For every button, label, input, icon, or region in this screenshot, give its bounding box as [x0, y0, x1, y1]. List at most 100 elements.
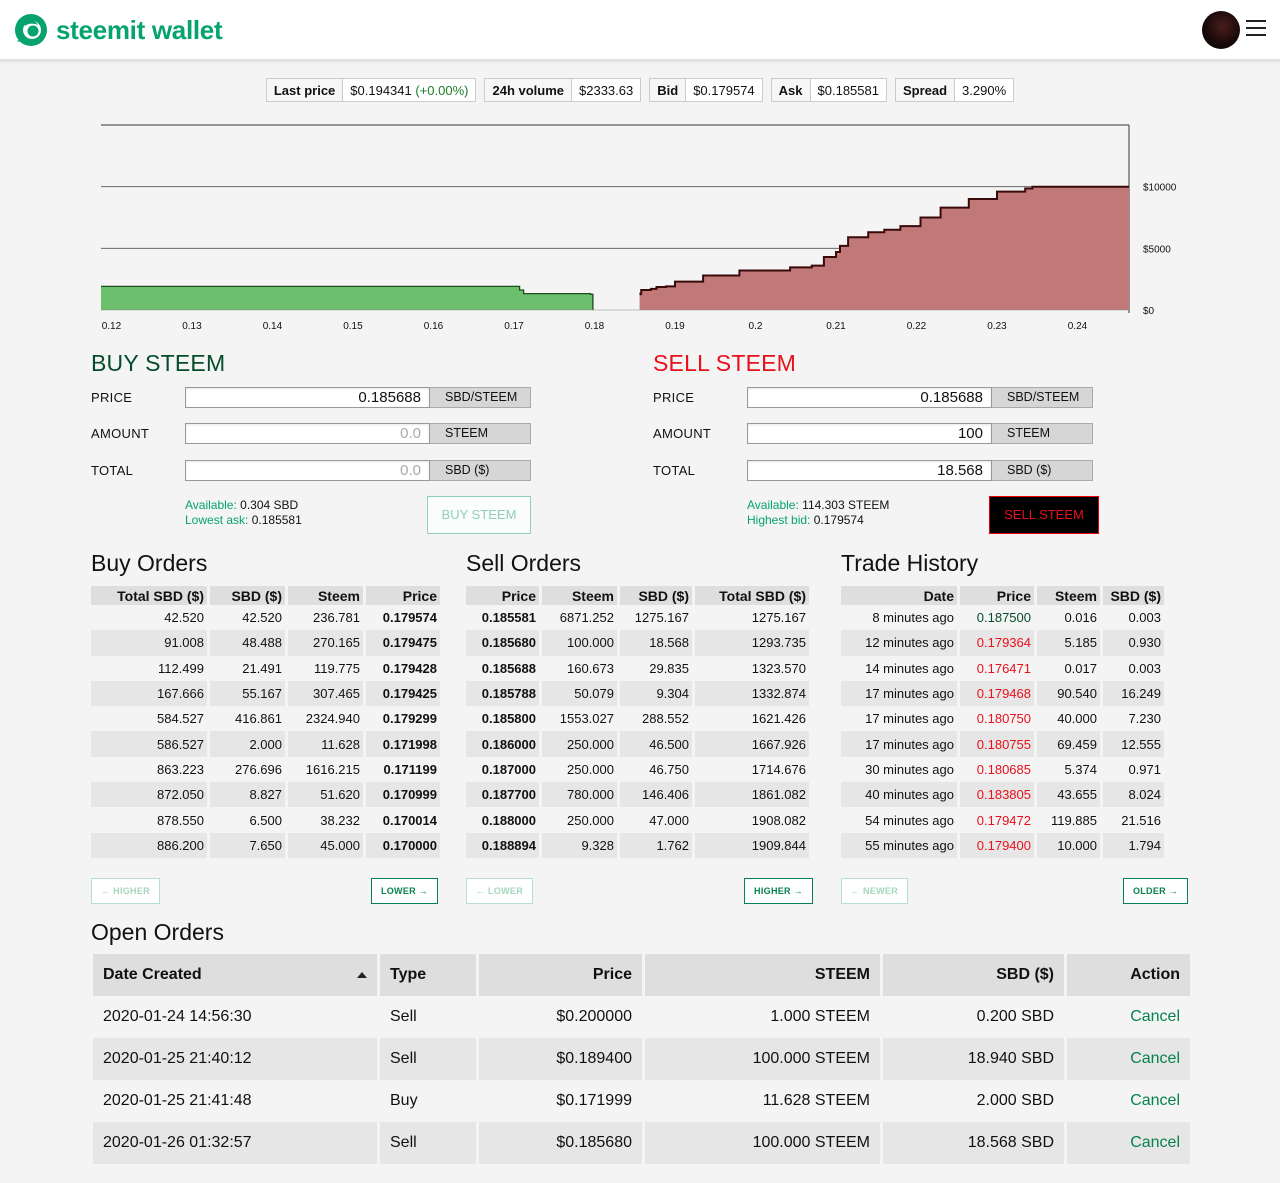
- ticker-24h-volume: 24h volume $2333.63: [484, 78, 642, 102]
- table-cell: 9.328: [542, 832, 617, 858]
- table-row[interactable]: 91.008 48.488 270.165 0.179475: [91, 630, 440, 656]
- table-row[interactable]: 0.188894 9.328 1.762 1909.844: [466, 832, 809, 858]
- table-cell: 0.188000: [481, 812, 536, 828]
- table-row[interactable]: 112.499 21.491 119.775 0.179428: [91, 656, 440, 681]
- col-date-created[interactable]: Date Created: [93, 954, 377, 996]
- table-row[interactable]: 17 minutes ago 0.180750 40.000 7.230: [841, 706, 1164, 731]
- table-row[interactable]: 0.185788 50.079 9.304 1332.874: [466, 680, 809, 707]
- market-depth-chart[interactable]: 0.12 0.13 0.14 0.15 0.16 0.17 0.18 0.19 0.2 0.21 0…: [0, 115, 1280, 340]
- table-row[interactable]: 863.223 276.696 1616.215 0.171199: [91, 757, 440, 782]
- table-cell: 0.003: [1128, 660, 1161, 676]
- sell-orders-title: Sell Orders: [466, 550, 582, 576]
- brand-name: steemit wallet: [56, 14, 223, 45]
- table-cell: 14 minutes ago: [865, 660, 954, 676]
- highest-bid-value[interactable]: 0.179574: [814, 513, 864, 527]
- sort-ascending-icon: [357, 972, 367, 978]
- lowest-ask-value[interactable]: 0.185581: [252, 513, 302, 527]
- ticker-bid: Bid $0.179574: [649, 78, 763, 102]
- table-cell: 10.000: [1037, 832, 1100, 858]
- buy-amount-input[interactable]: 0.0: [185, 423, 430, 444]
- user-avatar[interactable]: [1202, 11, 1240, 49]
- table-row[interactable]: 12 minutes ago 0.179364 5.185 0.930: [841, 630, 1164, 656]
- table-row[interactable]: 30 minutes ago 0.180685 5.374 0.971: [841, 757, 1164, 782]
- table-row[interactable]: 167.666 55.167 307.465 0.179425: [91, 680, 440, 707]
- table-row[interactable]: 40 minutes ago 0.183805 43.655 8.024: [841, 782, 1164, 808]
- table-row[interactable]: 872.050 8.827 51.620 0.170999: [91, 782, 440, 808]
- table-cell: 100.000 STEEM: [645, 1122, 880, 1164]
- table-cell: 0.179425: [366, 680, 440, 707]
- table-row[interactable]: 878.550 6.500 38.232 0.170014: [91, 807, 440, 832]
- table-cell: 584.527: [157, 711, 204, 727]
- table-row[interactable]: 0.185688 160.673 29.835 1323.570: [466, 656, 809, 681]
- table-cell: 160.673: [567, 660, 614, 676]
- trade-history-section: Trade History Date Price Steem SBD ($) 8…: [841, 550, 1167, 858]
- table-cell: 119.775: [313, 660, 360, 676]
- table-cell: 54 minutes ago: [865, 812, 954, 828]
- table-cell: 8.827: [210, 782, 285, 808]
- steemit-logo-icon: [15, 14, 47, 46]
- table-cell: Sell: [380, 1122, 476, 1164]
- sell-orders-lower-button[interactable]: ← LOWER: [466, 878, 533, 904]
- cancel-order-link[interactable]: Cancel: [1067, 1038, 1190, 1080]
- table-cell: 1275.167: [634, 610, 689, 626]
- trade-history-older-button[interactable]: OLDER →: [1123, 878, 1188, 904]
- table-cell: 1861.082: [695, 782, 809, 808]
- table-cell: 2.000: [210, 731, 285, 757]
- open-order-row: 2020-01-26 01:32:57 Sell $0.185680 100.000 …: [93, 1122, 1190, 1164]
- table-row[interactable]: 14 minutes ago 0.176471 0.017 0.003: [841, 656, 1164, 681]
- hamburger-menu-icon[interactable]: [1246, 20, 1266, 38]
- table-cell: 112.499: [157, 660, 204, 676]
- table-row[interactable]: 0.188000 250.000 47.000 1908.082: [466, 807, 809, 832]
- table-row[interactable]: 0.187000 250.000 46.750 1714.676: [466, 757, 809, 782]
- brand-logo[interactable]: steemit wallet: [13, 12, 223, 48]
- table-row[interactable]: 0.185800 1553.027 288.552 1621.426: [466, 706, 809, 731]
- table-row[interactable]: 0.185680 100.000 18.568 1293.735: [466, 630, 809, 656]
- table-cell: 0.187500: [976, 610, 1031, 626]
- table-cell: 0.179475: [366, 630, 440, 656]
- table-row[interactable]: 584.527 416.861 2324.940 0.179299: [91, 706, 440, 731]
- table-cell: 863.223: [157, 761, 204, 777]
- col-price: Price: [366, 586, 440, 605]
- buy-available-balance[interactable]: 0.304 SBD: [240, 498, 298, 512]
- buy-price-input[interactable]: 0.185688: [185, 387, 430, 408]
- table-cell: 1616.215: [305, 761, 360, 777]
- table-cell: 236.781: [313, 610, 360, 626]
- table-row[interactable]: 0.187700 780.000 146.406 1861.082: [466, 782, 809, 808]
- trade-history-title: Trade History: [841, 550, 979, 576]
- table-row[interactable]: 54 minutes ago 0.179472 119.885 21.516: [841, 807, 1164, 832]
- sell-available-balance[interactable]: 114.303 STEEM: [802, 498, 889, 512]
- table-row[interactable]: 0.185581 6871.252 1275.167 1275.167: [466, 605, 809, 630]
- table-row[interactable]: 0.186000 250.000 46.500 1667.926: [466, 731, 809, 757]
- table-row[interactable]: 42.520 42.520 236.781 0.179574: [91, 605, 440, 630]
- table-cell: 100.000: [542, 630, 617, 656]
- table-cell: 0.188894: [466, 832, 539, 858]
- x-tick-label: 0.15: [343, 321, 363, 332]
- table-row[interactable]: 886.200 7.650 45.000 0.170000: [91, 832, 440, 858]
- table-row[interactable]: 55 minutes ago 0.179400 10.000 1.794: [841, 832, 1164, 858]
- market-ticker: Last price $0.194341 (+0.00%) 24h volume…: [0, 78, 1280, 102]
- buy-orders-higher-button[interactable]: ← HIGHER: [91, 878, 160, 904]
- table-cell: 30 minutes ago: [865, 761, 954, 777]
- table-row[interactable]: 17 minutes ago 0.180755 69.459 12.555: [841, 731, 1164, 757]
- table-row[interactable]: 8 minutes ago 0.187500 0.016 0.003: [841, 605, 1164, 630]
- sell-total-input[interactable]: 18.568: [747, 460, 992, 481]
- cancel-order-link[interactable]: Cancel: [1067, 1080, 1190, 1122]
- sell-amount-input[interactable]: 100: [747, 423, 992, 444]
- cancel-order-link[interactable]: Cancel: [1067, 996, 1190, 1038]
- buy-steem-button[interactable]: BUY STEEM: [427, 496, 531, 534]
- table-cell: 2020-01-25 21:40:12: [93, 1038, 377, 1080]
- trade-history-newer-button[interactable]: ← NEWER: [841, 878, 908, 904]
- table-cell: 250.000: [542, 731, 617, 757]
- cancel-order-link[interactable]: Cancel: [1067, 1122, 1190, 1164]
- table-row[interactable]: 17 minutes ago 0.179468 90.540 16.249: [841, 680, 1164, 707]
- table-cell: 100.000 STEEM: [645, 1038, 880, 1080]
- table-cell: 1332.874: [695, 680, 809, 707]
- table-cell: 16.249: [1103, 680, 1164, 707]
- table-cell: 18.940 SBD: [883, 1038, 1064, 1080]
- buy-orders-lower-button[interactable]: LOWER →: [371, 878, 438, 904]
- sell-price-input[interactable]: 0.185688: [747, 387, 992, 408]
- sell-orders-higher-button[interactable]: HIGHER →: [744, 878, 813, 904]
- table-row[interactable]: 586.527 2.000 11.628 0.171998: [91, 731, 440, 757]
- sell-steem-button[interactable]: SELL STEEM: [989, 496, 1099, 534]
- buy-total-input[interactable]: 0.0: [185, 460, 430, 481]
